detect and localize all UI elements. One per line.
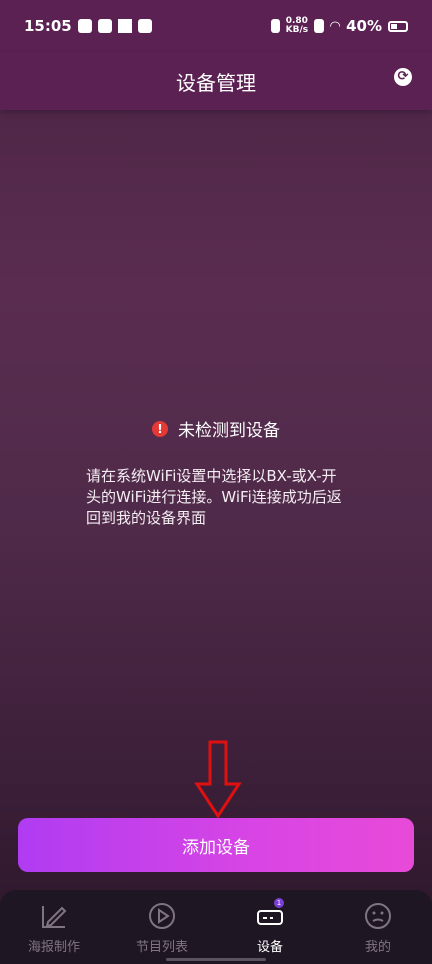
page-title: 设备管理 <box>176 70 256 95</box>
no-device-notice: ! 未检测到设备 <box>0 416 432 441</box>
crown-icon <box>117 19 132 33</box>
notice-text: 未检测到设备 <box>178 421 280 441</box>
tab-label: 海报制作 <box>27 940 80 955</box>
battery-percent: 40% <box>346 17 382 35</box>
mail-icon <box>97 19 112 33</box>
tab-label: 设备 <box>256 940 283 955</box>
instruction-text: 请在系统WiFi设置中选择以BX-或X-开头的WiFi进行连接。WiFi连接成功… <box>86 467 342 527</box>
refresh-icon[interactable]: ⟳ <box>394 68 412 86</box>
app-header: 设备管理 ⟳ <box>0 52 432 110</box>
status-bar: 15:05 0.80 KB/s ◠ 40% <box>0 0 432 52</box>
vibrate-icon <box>270 19 280 33</box>
sim-off-icon <box>314 19 325 33</box>
wifi-icon: ◠ <box>330 18 341 34</box>
tab-poster[interactable]: 海报制作 <box>0 890 108 964</box>
down-arrow-icon <box>194 740 242 818</box>
home-indicator[interactable] <box>166 958 266 961</box>
error-icon: ! <box>152 420 168 437</box>
app-icon <box>137 19 152 33</box>
play-store-icon <box>77 19 92 33</box>
pencil-icon <box>42 906 67 928</box>
bottom-tab-bar: 海报制作 节目列表 1 设备 我的 <box>0 890 432 964</box>
tab-device[interactable]: 1 设备 <box>216 890 324 964</box>
tab-mine[interactable]: 我的 <box>324 890 432 964</box>
device-count-badge: 1 <box>274 898 284 908</box>
battery-icon <box>388 20 408 32</box>
net-speed: 0.80 KB/s <box>285 16 309 35</box>
face-icon <box>365 903 391 929</box>
device-icon: 1 <box>254 898 286 932</box>
tab-label: 节目列表 <box>135 940 188 955</box>
add-device-button[interactable]: 添加设备 <box>18 818 414 872</box>
tab-program-list[interactable]: 节目列表 <box>108 890 216 964</box>
tab-label: 我的 <box>364 940 391 955</box>
status-time: 15:05 <box>24 17 72 35</box>
play-icon <box>149 903 175 929</box>
